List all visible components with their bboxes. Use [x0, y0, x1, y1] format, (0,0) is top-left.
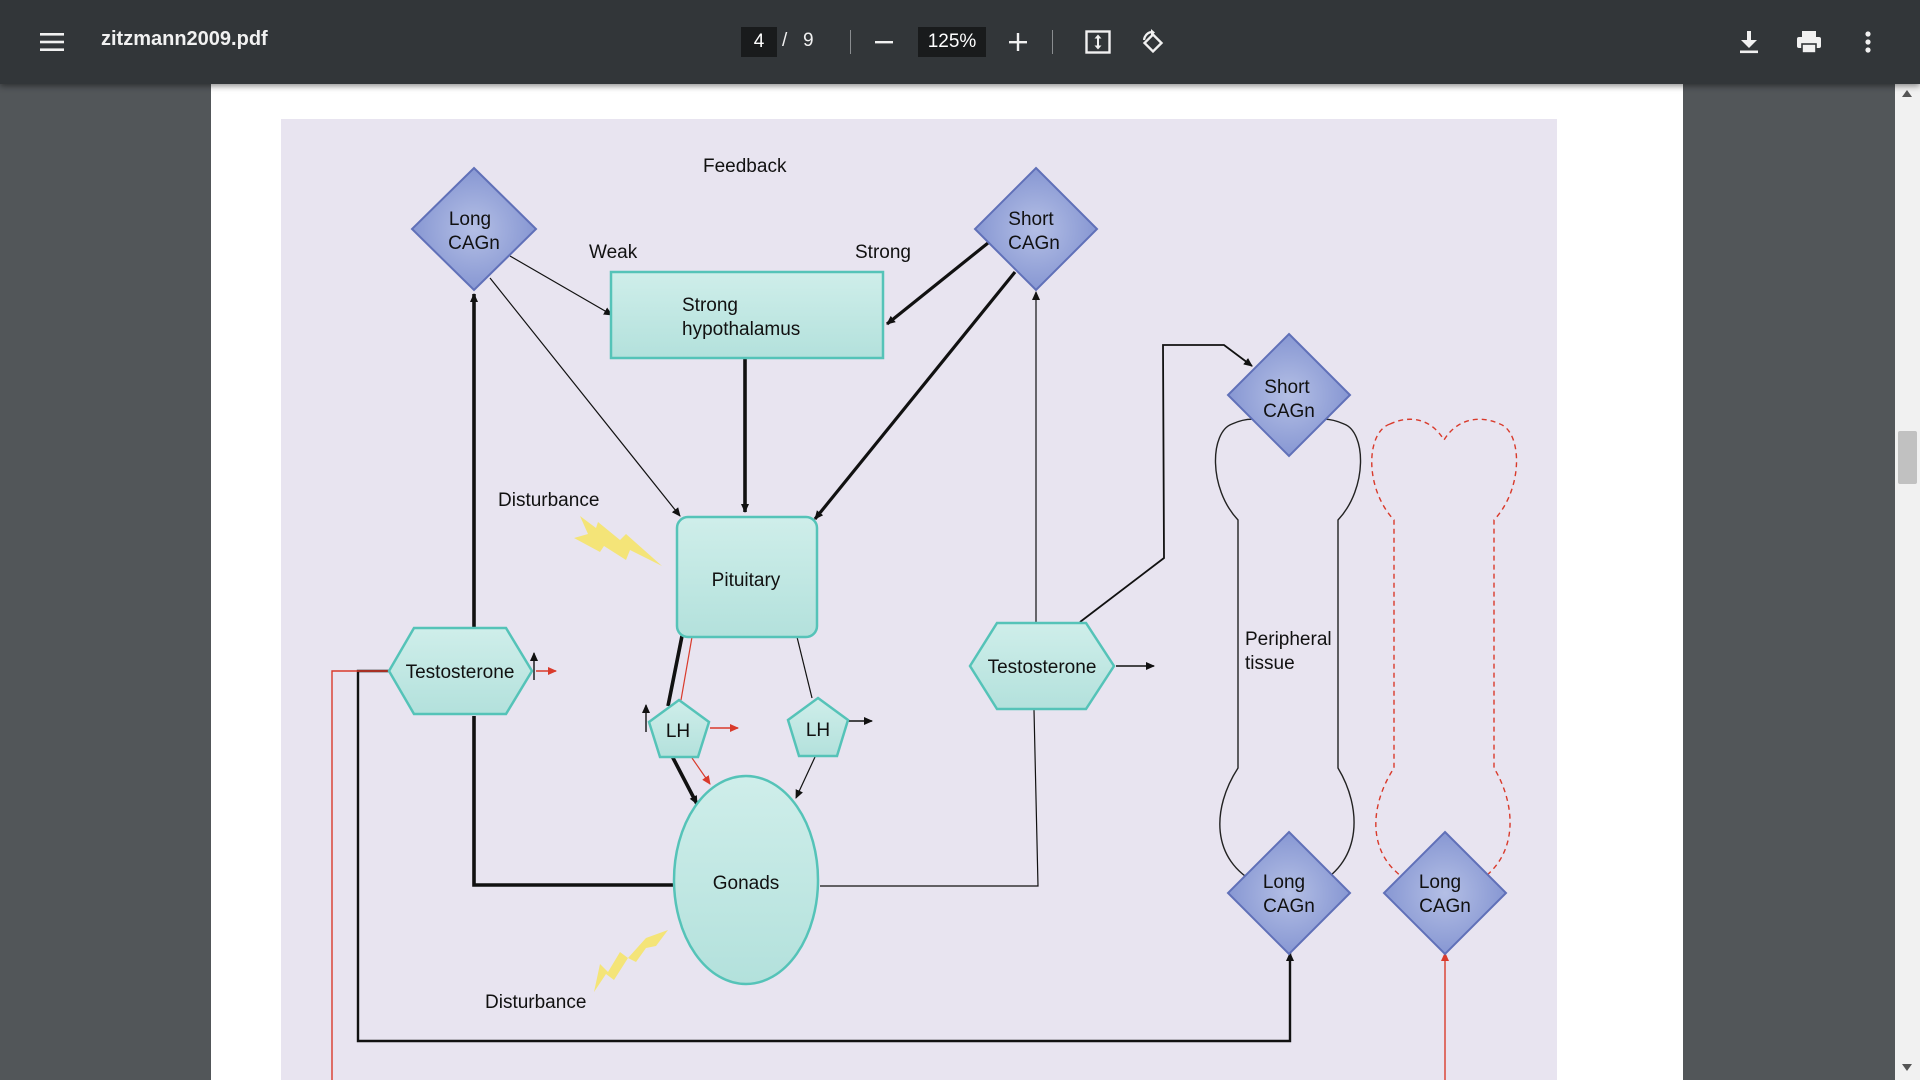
- rotate-icon: [1142, 29, 1164, 54]
- feedback-label: Feedback: [703, 156, 787, 177]
- pdf-toolbar: zitzmann2009.pdf 4 / 9 125%: [0, 0, 1920, 84]
- peripheral-tissue-label: tissue: [1245, 653, 1295, 674]
- more-vertical-icon: [1865, 31, 1871, 53]
- page-number-input[interactable]: 4: [741, 27, 777, 57]
- long-cagn-bone2-label: Long: [1419, 872, 1461, 893]
- total-pages: 9: [803, 30, 814, 51]
- download-icon: [1740, 31, 1758, 54]
- scroll-down-arrow-icon[interactable]: [1902, 1064, 1912, 1071]
- document-title: zitzmann2009.pdf: [101, 28, 268, 50]
- print-button[interactable]: [1789, 22, 1829, 62]
- zoom-out-button[interactable]: [866, 24, 902, 60]
- long-cagn-bone2-label: CAGn: [1419, 896, 1471, 917]
- short-cagn-top-label: CAGn: [1008, 233, 1060, 254]
- gonads-label: Gonads: [713, 873, 780, 894]
- hypothalamus-label: Strong: [682, 295, 738, 316]
- minus-icon: [875, 41, 893, 44]
- feedback-diagram: Feedback Weak Strong Strong hypothalamus…: [281, 119, 1557, 1080]
- peripheral-tissue-label: Peripheral: [1245, 629, 1332, 650]
- weak-label: Weak: [589, 242, 638, 263]
- fit-to-page-button[interactable]: [1080, 22, 1116, 62]
- fit-to-page-icon: [1085, 30, 1111, 54]
- hamburger-menu-icon: [40, 33, 64, 51]
- toolbar-divider: [1052, 30, 1053, 54]
- testosterone-right-label: Testosterone: [988, 657, 1097, 678]
- lh-right-label: LH: [806, 720, 830, 741]
- vertical-scrollbar[interactable]: [1895, 84, 1920, 1080]
- short-cagn-bone-label: Short: [1264, 377, 1310, 398]
- disturbance-top-label: Disturbance: [498, 490, 599, 511]
- rotate-button[interactable]: [1133, 22, 1171, 62]
- hypothalamus-box: [609, 270, 885, 360]
- pdf-page: Feedback Weak Strong Strong hypothalamus…: [211, 84, 1683, 1080]
- hypothalamus-label: hypothalamus: [682, 319, 800, 340]
- disturbance-bottom-label: Disturbance: [485, 992, 586, 1013]
- testosterone-left-label: Testosterone: [406, 662, 515, 683]
- short-cagn-top-label: Short: [1008, 209, 1054, 230]
- more-actions-button[interactable]: [1850, 22, 1886, 62]
- short-cagn-bone-label: CAGn: [1263, 401, 1315, 422]
- strong-label: Strong: [855, 242, 911, 263]
- toolbar-divider: [850, 30, 851, 54]
- page-separator: /: [782, 30, 788, 51]
- long-cagn-top-label: Long: [449, 209, 491, 230]
- zoom-level-input[interactable]: 125%: [918, 27, 986, 57]
- lh-left-label: LH: [666, 721, 690, 742]
- scrollbar-thumb[interactable]: [1898, 431, 1917, 484]
- download-button[interactable]: [1730, 22, 1768, 62]
- pituitary-label: Pituitary: [712, 570, 781, 591]
- long-cagn-bone-label: Long: [1263, 872, 1305, 893]
- print-icon: [1797, 31, 1821, 54]
- long-cagn-bone-label: CAGn: [1263, 896, 1315, 917]
- zoom-in-button[interactable]: [1000, 24, 1036, 60]
- scroll-up-arrow-icon[interactable]: [1902, 90, 1912, 97]
- menu-button[interactable]: [32, 22, 72, 62]
- long-cagn-top-label: CAGn: [448, 233, 500, 254]
- plus-icon: [1009, 33, 1027, 51]
